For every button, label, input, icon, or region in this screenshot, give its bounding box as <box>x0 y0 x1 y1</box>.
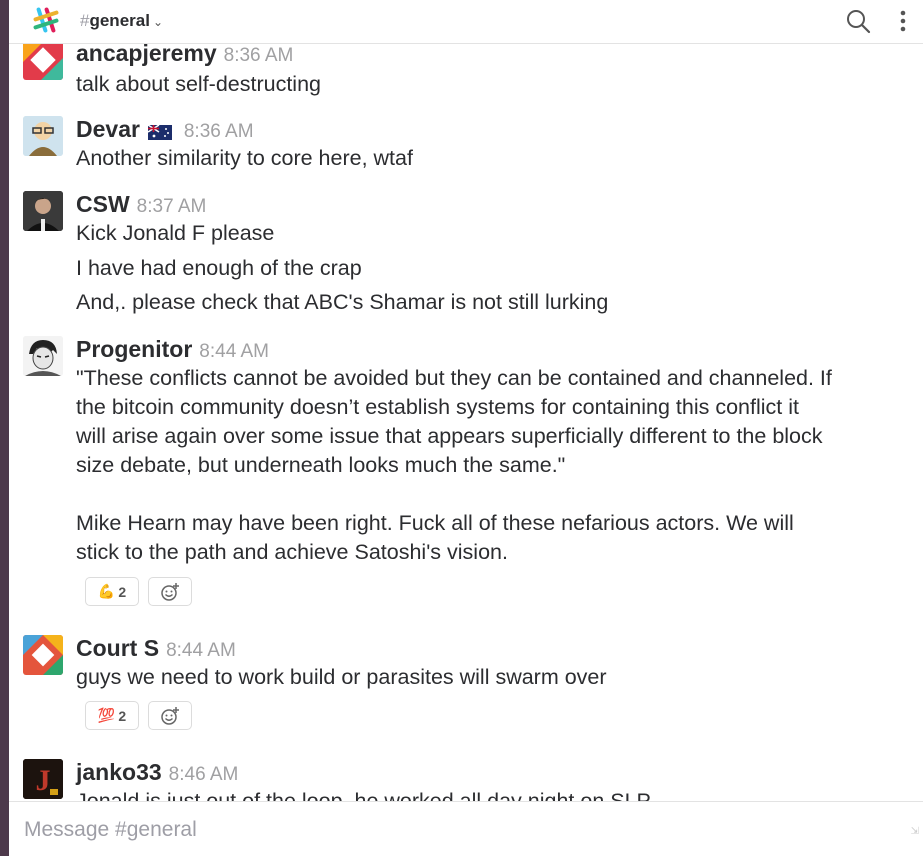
slack-logo-icon[interactable] <box>31 5 61 35</box>
flexed-biceps-emoji: 💪 <box>97 583 116 599</box>
author-name[interactable]: ancapjeremy <box>76 44 217 66</box>
message-text: talk about self-destructing <box>76 72 321 96</box>
message-feed[interactable]: ancapjeremy 8:36 AM talk about self-destr… <box>9 44 923 801</box>
message-header: Court S 8:44 AM <box>76 635 236 662</box>
message-header: Devar 8:36 AM <box>76 116 254 143</box>
add-reaction-icon <box>161 582 179 601</box>
timestamp[interactable]: 8:44 AM <box>199 341 269 362</box>
reaction-count: 2 <box>118 707 127 724</box>
chevron-down-icon: ⌄ <box>152 15 164 29</box>
channel-name: general <box>89 11 150 30</box>
hundred-points-emoji: 💯 <box>97 707 116 723</box>
add-reaction-icon <box>161 706 179 725</box>
timestamp[interactable]: 8:37 AM <box>137 196 207 217</box>
reaction-button[interactable]: 💪 2 <box>85 577 139 606</box>
message-text: And,. please check that ABC's Shamar is … <box>76 290 609 314</box>
resize-handle-icon: ⇲ <box>910 826 919 837</box>
author-name[interactable]: Court S <box>76 635 159 661</box>
timestamp[interactable]: 8:36 AM <box>184 121 254 142</box>
message-text: Mike Hearn may have been right. Fuck all… <box>76 511 794 535</box>
reaction-count: 2 <box>118 583 127 600</box>
message-header: ancapjeremy 8:36 AM <box>76 44 293 67</box>
timestamp[interactable]: 8:46 AM <box>169 764 239 785</box>
avatar[interactable] <box>23 191 63 231</box>
avatar[interactable] <box>23 116 63 156</box>
message-text: Jonald is just out of the loop, he worke… <box>76 789 651 801</box>
message-header: Progenitor 8:44 AM <box>76 336 269 363</box>
message-text: Kick Jonald F please <box>76 221 275 245</box>
add-reaction-button[interactable] <box>148 577 192 606</box>
author-name[interactable]: CSW <box>76 191 130 217</box>
channel-header: #general ⌄ <box>9 0 923 44</box>
more-options-icon[interactable] <box>897 8 909 34</box>
message-text: stick to the path and achieve Satoshi's … <box>76 540 508 564</box>
author-name[interactable]: Devar <box>76 116 140 142</box>
message-text: I have had enough of the crap <box>76 256 362 280</box>
message-composer: ⇲ <box>9 801 923 857</box>
svg-text:J: J <box>36 764 51 797</box>
sidebar-edge <box>0 0 9 856</box>
add-reaction-button[interactable] <box>148 701 192 730</box>
message-text: will arise again over some issue that ap… <box>76 424 823 448</box>
message-header: janko33 8:46 AM <box>76 759 238 786</box>
message-text: the bitcoin community doesn’t establish … <box>76 395 799 419</box>
author-name[interactable]: Progenitor <box>76 336 192 362</box>
avatar[interactable] <box>23 336 63 376</box>
search-icon[interactable] <box>845 8 871 34</box>
message-header: CSW 8:37 AM <box>76 191 206 218</box>
avatar[interactable] <box>23 635 63 675</box>
australia-flag-icon <box>147 124 173 141</box>
message-text: "These conflicts cannot be avoided but t… <box>76 366 832 390</box>
avatar[interactable]: J <box>23 759 63 799</box>
timestamp[interactable]: 8:44 AM <box>166 640 236 661</box>
channel-name-button[interactable]: #general ⌄ <box>80 11 163 31</box>
reaction-button[interactable]: 💯 2 <box>85 701 139 730</box>
message-text: Another similarity to core here, wtaf <box>76 146 413 170</box>
message-text: size debate, but underneath looks much t… <box>76 453 566 477</box>
author-name[interactable]: janko33 <box>76 759 162 785</box>
timestamp[interactable]: 8:36 AM <box>224 45 294 66</box>
message-text: guys we need to work build or parasites … <box>76 665 607 689</box>
avatar[interactable] <box>23 44 63 80</box>
message-input[interactable] <box>22 814 886 846</box>
